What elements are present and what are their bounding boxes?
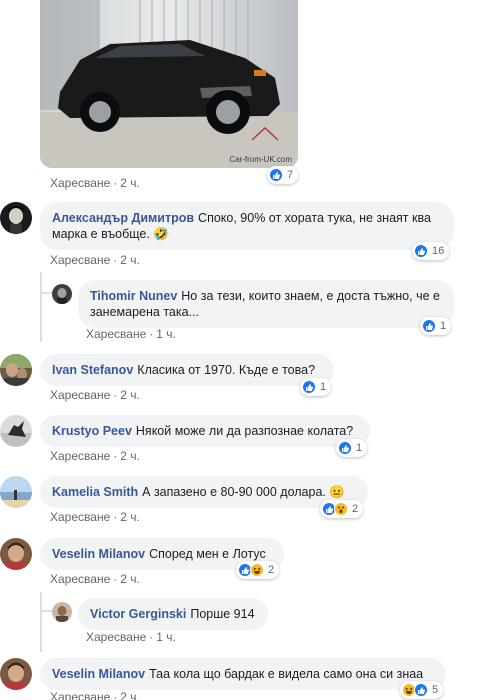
like-link[interactable]: Харесване bbox=[50, 176, 110, 190]
timestamp-link[interactable]: 1 ч. bbox=[156, 630, 176, 644]
reaction-badge[interactable]: 1 bbox=[420, 317, 452, 335]
separator: · bbox=[113, 176, 118, 190]
haha-reaction-icon bbox=[250, 563, 264, 577]
comment-bubble: Krustyo Peev Някой може ли да разпознае к… bbox=[40, 415, 370, 447]
like-reaction-icon bbox=[338, 441, 352, 455]
comment-author[interactable]: Victor Gerginski bbox=[90, 607, 186, 621]
comment-bubble: Александър Димитров Споко, 90% от хората … bbox=[40, 202, 454, 250]
separator: · bbox=[149, 630, 154, 644]
comment-author[interactable]: Veselin Milanov bbox=[52, 547, 145, 561]
timestamp-link[interactable]: 2 ч. bbox=[120, 253, 140, 267]
reaction-badge[interactable]: 2 bbox=[320, 500, 364, 518]
comment-actions: Харесване · 2 ч. bbox=[50, 176, 140, 190]
avatar[interactable] bbox=[0, 476, 32, 508]
comment-author[interactable]: Veselin Milanov bbox=[52, 667, 145, 681]
separator: · bbox=[113, 510, 118, 524]
reaction-badge[interactable]: 16 bbox=[412, 242, 450, 260]
comment-bubble: Ivan Stefanov Класика от 1970. Къде е тов… bbox=[40, 354, 334, 386]
wow-reaction-icon bbox=[334, 502, 348, 516]
comment-actions: Харесване · 2 ч. bbox=[50, 690, 140, 700]
comment-author[interactable]: Kamelia Smith bbox=[52, 485, 138, 499]
avatar[interactable] bbox=[0, 202, 32, 234]
avatar[interactable] bbox=[0, 354, 32, 386]
like-link[interactable]: Харесване bbox=[50, 449, 110, 463]
avatar[interactable] bbox=[52, 284, 72, 304]
reaction-count: 1 bbox=[356, 442, 363, 454]
comment-text: Някой може ли да разпознае колата? bbox=[135, 424, 354, 438]
like-reaction-icon bbox=[269, 168, 283, 182]
separator: · bbox=[113, 253, 118, 267]
like-link[interactable]: Харесване bbox=[50, 253, 110, 267]
comment-bubble: Victor Gerginski Порше 914 bbox=[78, 598, 268, 630]
like-link[interactable]: Харесване bbox=[50, 690, 110, 700]
timestamp-link[interactable]: 2 ч. bbox=[120, 690, 140, 700]
like-link[interactable]: Харесване bbox=[86, 327, 146, 341]
comment-text: Класика от 1970. Къде е това? bbox=[137, 363, 316, 377]
reaction-count: 1 bbox=[320, 381, 327, 393]
comment-author[interactable]: Александър Димитров bbox=[52, 211, 194, 225]
reaction-badge[interactable]: 2 bbox=[236, 561, 280, 579]
reaction-badge[interactable]: 1 bbox=[336, 439, 368, 457]
avatar[interactable] bbox=[52, 602, 72, 622]
avatar[interactable] bbox=[0, 415, 32, 447]
timestamp-link[interactable]: 2 ч. bbox=[120, 510, 140, 524]
comment-bubble: Tihomir Nunev Но за тези, които знаем, е … bbox=[78, 280, 454, 328]
reaction-count: 5 bbox=[432, 684, 439, 696]
like-reaction-icon bbox=[414, 683, 428, 697]
comment-actions: Харесване · 2 ч. bbox=[50, 449, 140, 463]
like-reaction-icon bbox=[422, 319, 436, 333]
comment-actions: Харесване · 1 ч. bbox=[86, 630, 176, 644]
separator: · bbox=[113, 388, 118, 402]
timestamp-link[interactable]: 2 ч. bbox=[120, 388, 140, 402]
reaction-badge[interactable]: 5 bbox=[400, 681, 444, 699]
comment-text: Таа кола що бардак е видела само она си … bbox=[149, 667, 424, 681]
comment-actions: Харесване · 1 ч. bbox=[86, 327, 176, 341]
reply-thread-line bbox=[40, 592, 42, 652]
reaction-badge[interactable]: 1 bbox=[300, 378, 332, 396]
comment-actions: Харесване · 2 ч. bbox=[50, 388, 140, 402]
reaction-count: 2 bbox=[268, 564, 275, 576]
reply-connector bbox=[40, 610, 52, 612]
reaction-count: 2 bbox=[352, 503, 359, 515]
comment-text: А запазено е 80-90 000 долара. 😐 bbox=[142, 485, 345, 499]
like-reaction-icon bbox=[302, 380, 316, 394]
timestamp-link[interactable]: 2 ч. bbox=[120, 449, 140, 463]
separator: · bbox=[113, 449, 118, 463]
separator: · bbox=[113, 690, 118, 700]
comment-actions: Харесване · 2 ч. bbox=[50, 253, 140, 267]
reply-thread-line bbox=[40, 272, 42, 342]
photo-watermark: Car-from-UK.com bbox=[229, 155, 292, 164]
like-link[interactable]: Харесване bbox=[50, 510, 110, 524]
comment-text: Според мен е Лотус bbox=[149, 547, 266, 561]
reaction-count: 16 bbox=[432, 245, 445, 257]
like-link[interactable]: Харесване bbox=[50, 572, 110, 586]
comment-text: Порше 914 bbox=[190, 607, 255, 621]
comment-author[interactable]: Tihomir Nunev bbox=[90, 289, 177, 303]
like-link[interactable]: Харесване bbox=[50, 388, 110, 402]
comment-bubble: Veselin Milanov Таа кола що бардак е виде… bbox=[40, 658, 446, 690]
like-link[interactable]: Харесване bbox=[86, 630, 146, 644]
comment-author[interactable]: Ivan Stefanov bbox=[52, 363, 133, 377]
reaction-count: 1 bbox=[440, 320, 447, 332]
separator: · bbox=[149, 327, 154, 341]
comment-actions: Харесване · 2 ч. bbox=[50, 510, 140, 524]
comment-photo[interactable]: Car-from-UK.com bbox=[40, 0, 298, 168]
reaction-count: 7 bbox=[287, 169, 294, 181]
timestamp-link[interactable]: 1 ч. bbox=[156, 327, 176, 341]
comment-author[interactable]: Krustyo Peev bbox=[52, 424, 132, 438]
timestamp-link[interactable]: 2 ч. bbox=[120, 572, 140, 586]
like-reaction-icon bbox=[414, 244, 428, 258]
timestamp-link[interactable]: 2 ч. bbox=[120, 176, 140, 190]
separator: · bbox=[113, 572, 118, 586]
avatar[interactable] bbox=[0, 658, 32, 690]
avatar[interactable] bbox=[0, 538, 32, 570]
comment-bubble: Kamelia Smith А запазено е 80-90 000 дола… bbox=[40, 476, 368, 508]
comment-actions: Харесване · 2 ч. bbox=[50, 572, 140, 586]
reaction-badge[interactable]: 7 bbox=[267, 166, 299, 184]
